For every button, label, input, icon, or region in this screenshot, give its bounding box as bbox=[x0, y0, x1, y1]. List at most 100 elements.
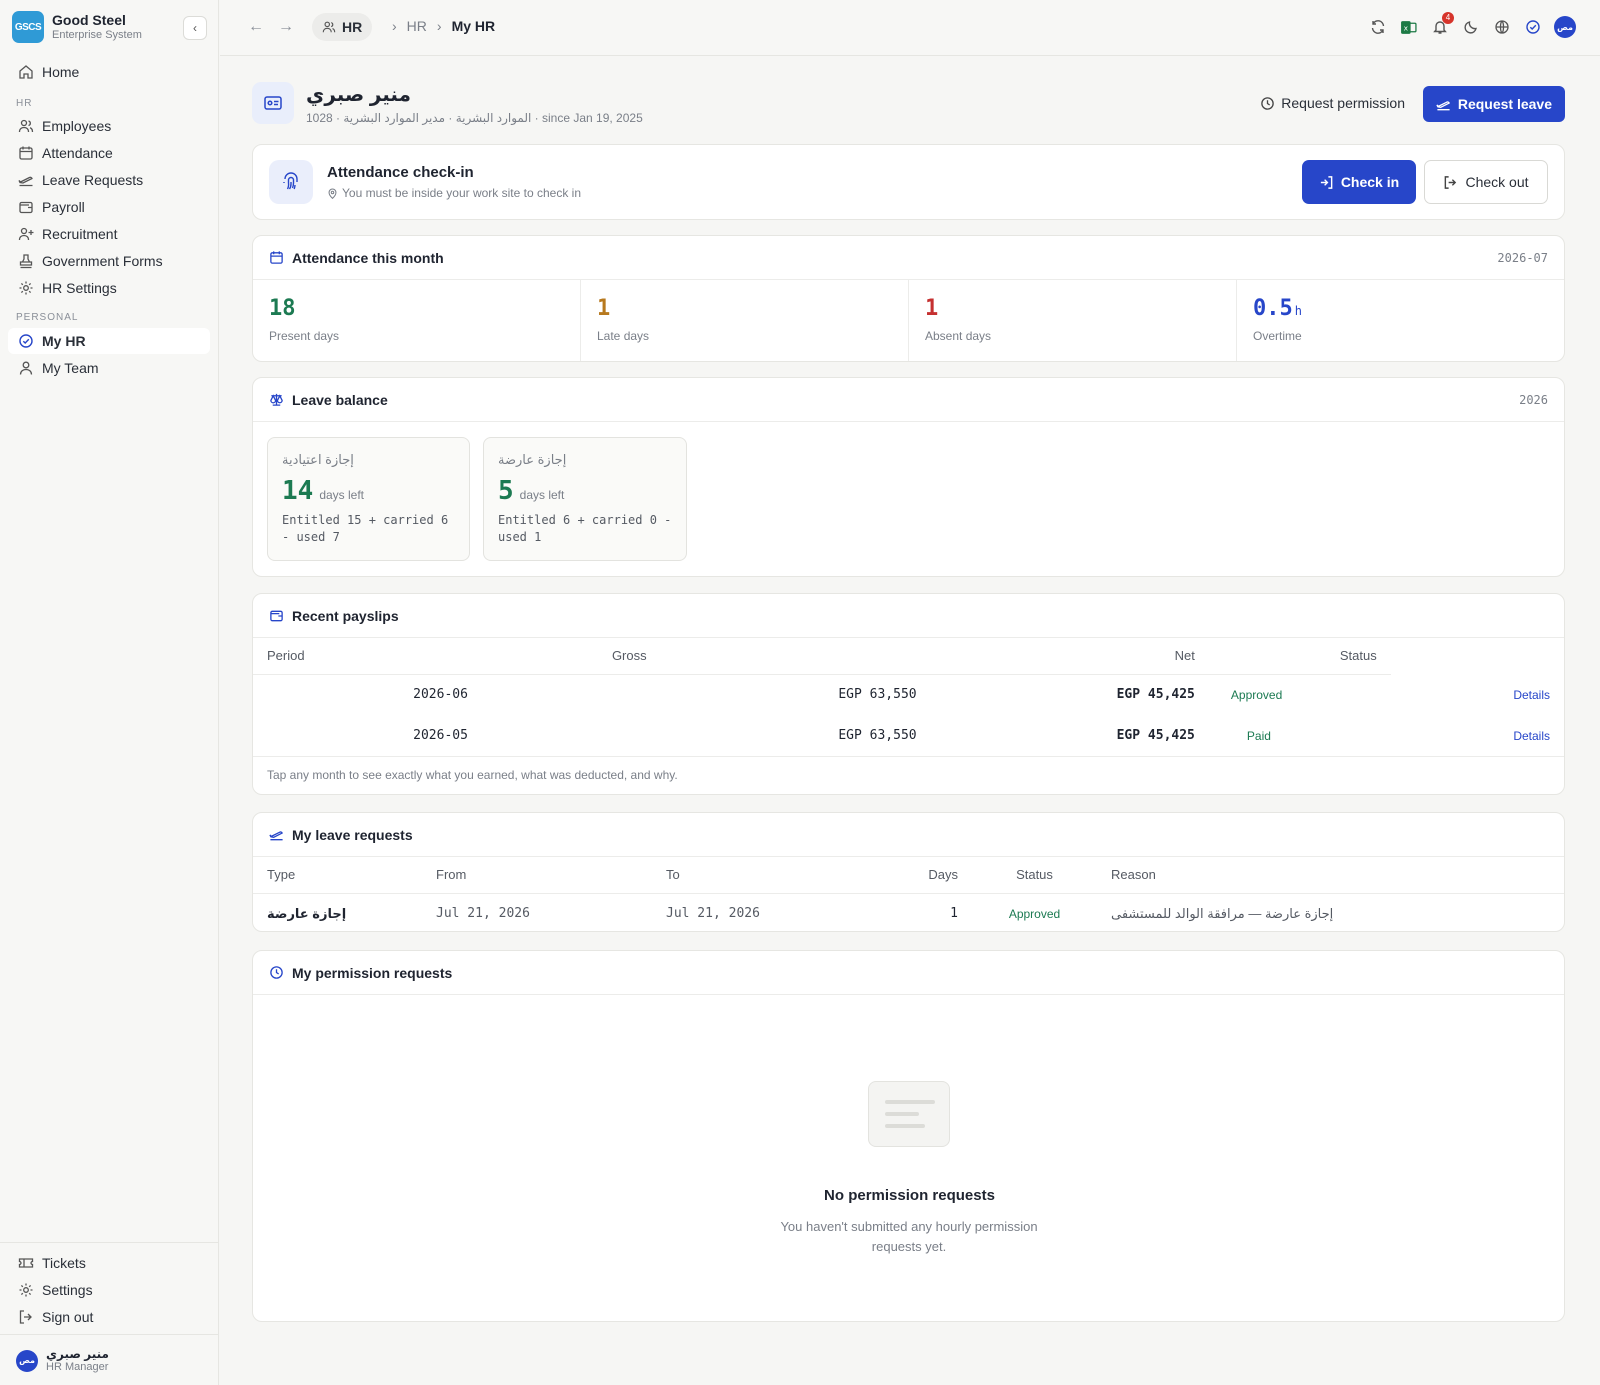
card-header: Attendance this month 2026-07 bbox=[253, 236, 1564, 280]
check-circle-icon[interactable] bbox=[1523, 18, 1542, 37]
brand-subtitle: Enterprise System bbox=[52, 29, 142, 41]
sidebar-item-my-team[interactable]: My Team bbox=[8, 355, 210, 381]
cell-days: 1 bbox=[950, 906, 958, 922]
page-title: منير صبري bbox=[306, 84, 411, 106]
cell-period: 2026-06 bbox=[413, 687, 468, 703]
card-header: My permission requests bbox=[253, 951, 1564, 995]
sidebar-item-label: Tickets bbox=[42, 1255, 86, 1271]
cell-type: إجازة عارضة bbox=[267, 905, 347, 921]
sidebar-item-leave-requests[interactable]: Leave Requests bbox=[8, 167, 210, 193]
toolbar-icons: x 4 مص bbox=[1368, 11, 1576, 38]
sidebar-item-label: Recruitment bbox=[42, 226, 118, 242]
breadcrumb-item[interactable]: HR bbox=[407, 18, 427, 34]
request-permission-button[interactable]: Request permission bbox=[1248, 86, 1417, 120]
stat-label: Overtime bbox=[1253, 329, 1302, 343]
status-badge: Approved bbox=[1008, 907, 1061, 922]
table-row[interactable]: إجازة عارضة Jul 21, 2026 Jul 21, 2026 1 … bbox=[253, 893, 1564, 931]
home-icon bbox=[19, 65, 33, 79]
request-leave-button[interactable]: Request leave bbox=[1422, 86, 1565, 122]
sidebar-item-sign-out[interactable]: Sign out bbox=[8, 1304, 210, 1330]
check-in-button[interactable]: Check in bbox=[1302, 160, 1416, 204]
sidebar-item-my-hr[interactable]: My HR bbox=[8, 328, 210, 354]
card-title: Leave balance bbox=[292, 391, 388, 408]
checkin-title: Attendance check-in bbox=[327, 164, 474, 181]
clock-icon bbox=[1261, 96, 1275, 110]
period-tag: 2026-07 bbox=[1497, 250, 1548, 265]
cell-gross: EGP 63,550 bbox=[838, 687, 917, 703]
history-nav: ← → bbox=[248, 18, 294, 36]
sidebar-item-label: Attendance bbox=[42, 145, 113, 161]
sidebar-item-attendance[interactable]: Attendance bbox=[8, 140, 210, 166]
cell-reason: إجازة عارضة — مرافقة الوالد للمستشفى bbox=[1111, 905, 1334, 921]
leave-balance-item: إجازة اعتيادية 14 days left Entitled 15 +… bbox=[267, 437, 470, 561]
chevron-right-icon: › bbox=[436, 18, 442, 34]
status-badge: Approved bbox=[1230, 688, 1283, 703]
table-row[interactable]: 2026-05 EGP 63,550 EGP 45,425 Paid Detai… bbox=[253, 715, 1564, 756]
check-out-button[interactable]: Check out bbox=[1424, 160, 1548, 204]
card-title: My permission requests bbox=[292, 964, 453, 981]
payslips-note: Tap any month to see exactly what you ea… bbox=[253, 756, 1564, 793]
sidebar-item-tickets[interactable]: Tickets bbox=[8, 1250, 210, 1276]
bell-icon[interactable]: 4 bbox=[1430, 11, 1454, 37]
card-title: Attendance this month bbox=[292, 249, 444, 266]
details-link[interactable]: Details bbox=[1513, 688, 1550, 702]
cell-period: 2026-05 bbox=[413, 728, 468, 743]
checkin-subtitle-text: You must be inside your work site to che… bbox=[342, 186, 582, 200]
sidebar-item-label: Government Forms bbox=[42, 253, 163, 269]
breadcrumb: › HR › My HR bbox=[392, 18, 495, 34]
sidebar-item-settings[interactable]: Settings bbox=[8, 1277, 210, 1303]
stat-unit: h bbox=[1294, 304, 1302, 318]
globe-icon[interactable] bbox=[1492, 18, 1511, 37]
column-header: Reason bbox=[1097, 857, 1564, 894]
leave-balance-item: إجازة عارضة 5 days left Entitled 6 + carr… bbox=[483, 437, 687, 561]
column-header: Gross bbox=[597, 638, 917, 675]
brand[interactable]: GSCS Good Steel Enterprise System bbox=[12, 11, 142, 43]
column-header: Type bbox=[253, 857, 422, 894]
gear-icon bbox=[19, 281, 33, 295]
column-header: From bbox=[422, 857, 652, 894]
column-header: To bbox=[652, 857, 852, 894]
refresh-icon[interactable] bbox=[1368, 18, 1387, 37]
module-label: HR bbox=[342, 19, 363, 35]
user-name: منير صبري bbox=[46, 1347, 109, 1361]
sidebar-item-payroll[interactable]: Payroll bbox=[8, 194, 210, 220]
checkin-subtitle: You must be inside your work site to che… bbox=[327, 186, 581, 200]
column-header: Status bbox=[1194, 638, 1391, 675]
nav-section-hr: HR bbox=[16, 98, 33, 109]
module-pill[interactable]: HR bbox=[312, 13, 373, 41]
column-header: Days bbox=[852, 857, 972, 894]
excel-icon[interactable]: x bbox=[1399, 18, 1418, 37]
sidebar-item-employees[interactable]: Employees bbox=[8, 113, 210, 139]
sidebar-item-government-forms[interactable]: Government Forms bbox=[8, 248, 210, 274]
empty-state-illustration bbox=[868, 1081, 950, 1147]
sidebar-item-hr-settings[interactable]: HR Settings bbox=[8, 275, 210, 301]
collapse-sidebar-button[interactable]: ‹ bbox=[183, 16, 207, 40]
check-circle-icon bbox=[19, 334, 33, 348]
user-role: HR Manager bbox=[46, 1361, 109, 1373]
leave-type: إجازة اعتيادية bbox=[282, 452, 354, 467]
card-title: Recent payslips bbox=[292, 607, 399, 624]
avatar[interactable]: مص bbox=[1554, 16, 1576, 38]
stat-value: 1 bbox=[925, 296, 939, 321]
sidebar-item-recruitment[interactable]: Recruitment bbox=[8, 221, 210, 247]
card-header: Leave balance 2026 bbox=[253, 378, 1564, 422]
arrow-right-icon[interactable]: → bbox=[278, 18, 294, 36]
checkin-card: Attendance check-in You must be inside y… bbox=[252, 144, 1565, 220]
details-link[interactable]: Details bbox=[1513, 729, 1550, 743]
empty-state-subtitle: You haven't submitted any hourly permiss… bbox=[780, 1219, 1038, 1254]
arrow-left-icon[interactable]: ← bbox=[248, 18, 264, 36]
sidebar-item-home[interactable]: Home bbox=[8, 59, 210, 85]
user-plus-icon bbox=[18, 227, 34, 241]
cell-from: Jul 21, 2026 bbox=[436, 906, 530, 922]
table-row[interactable]: 2026-06 EGP 63,550 EGP 45,425 Approved D… bbox=[253, 674, 1564, 715]
current-user[interactable]: مص منير صبري HR Manager bbox=[16, 1347, 109, 1374]
plane-icon bbox=[18, 176, 33, 187]
topbar: ← → HR › HR › My HR x 4 مص bbox=[220, 0, 1600, 56]
card-title: My leave requests bbox=[292, 826, 413, 843]
sign-out-icon bbox=[1445, 175, 1457, 189]
sign-in-icon bbox=[1320, 175, 1333, 189]
moon-icon[interactable] bbox=[1461, 18, 1480, 37]
sidebar-item-label: My HR bbox=[42, 333, 86, 349]
stat-absent: 1 Absent days bbox=[909, 280, 1237, 361]
sidebar-item-label: Settings bbox=[42, 1282, 93, 1298]
